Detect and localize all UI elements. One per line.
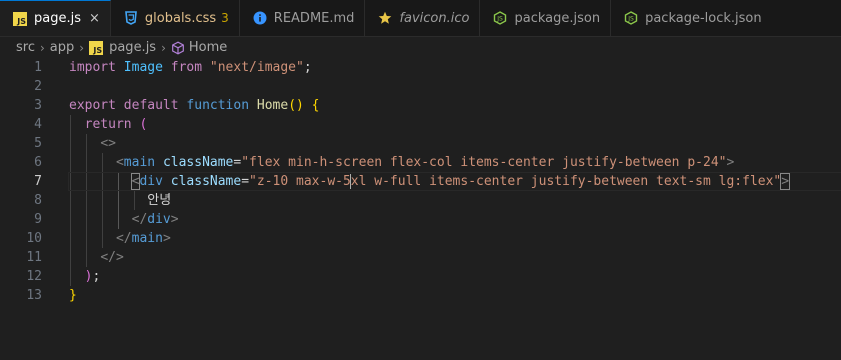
line-number: 1 [34, 60, 42, 75]
tab-label: package.json [514, 10, 601, 26]
tab-label: favicon.ico [399, 10, 470, 26]
chevron-right-icon: › [161, 40, 166, 55]
nodejs-icon: JS [623, 10, 639, 26]
code-line: 11 </> [0, 248, 841, 267]
chevron-right-icon: › [79, 40, 85, 55]
breadcrumb-item-file[interactable]: page.js [109, 40, 156, 55]
code-line: 2 [0, 77, 841, 96]
line-number: 8 [34, 193, 42, 208]
line-number: 7 [34, 174, 42, 189]
tab-readme-md[interactable]: README.md [240, 0, 366, 36]
line-number: 9 [34, 212, 42, 227]
tab-label: globals.css [144, 10, 217, 26]
bracket-match: > [780, 173, 791, 190]
symbol-method-icon [171, 41, 185, 55]
code-line-active: 7 <div className="z-10 max-w-5xl w-full … [0, 172, 841, 191]
tab-favicon-ico[interactable]: favicon.ico [365, 0, 481, 36]
editor-tab-bar: JS page.js × globals.css 3 README.md fav… [0, 0, 841, 37]
code-line: 10 </main> [0, 229, 841, 248]
code-line: 13 } [0, 286, 841, 305]
nodejs-icon: JS [492, 10, 508, 26]
tab-label: README.md [273, 10, 355, 26]
tab-globals-css[interactable]: globals.css 3 [111, 0, 240, 36]
code-line: 12 ); [0, 267, 841, 286]
breadcrumb-item-symbol[interactable]: Home [189, 40, 227, 55]
tab-page-js[interactable]: JS page.js × [0, 0, 111, 36]
tab-label: package-lock.json [645, 10, 762, 26]
line-number: 2 [34, 79, 42, 94]
chevron-right-icon: › [39, 40, 45, 55]
javascript-file-icon: JS [89, 40, 104, 55]
code-line: 3 export default function Home() { [0, 96, 841, 115]
svg-text:JS: JS [497, 16, 504, 23]
line-number: 12 [26, 269, 42, 284]
line-number: 3 [34, 98, 42, 113]
breadcrumb-item-app[interactable]: app [50, 40, 74, 55]
tab-label: page.js [34, 11, 81, 26]
line-number: 11 [26, 250, 42, 265]
breadcrumb: src › app › JS page.js › Home [0, 37, 841, 58]
star-icon [377, 10, 393, 26]
code-line: 1 import Image from "next/image"; [0, 58, 841, 77]
close-icon[interactable]: × [89, 11, 100, 26]
code-line: 9 </div> [0, 210, 841, 229]
css-file-icon [123, 10, 139, 26]
tab-package-lock-json[interactable]: JS package-lock.json [611, 0, 772, 36]
code-line: 8 안녕 [0, 191, 841, 210]
line-number: 6 [34, 155, 42, 170]
problem-count-badge: 3 [221, 11, 229, 25]
code-line: 6 <main className="flex min-h-screen fle… [0, 153, 841, 172]
line-number: 10 [26, 231, 42, 246]
breadcrumb-item-src[interactable]: src [16, 40, 35, 55]
javascript-file-icon: JS [12, 11, 28, 27]
tab-package-json[interactable]: JS package.json [480, 0, 612, 36]
info-icon [252, 10, 268, 26]
code-editor[interactable]: 1 import Image from "next/image"; 2 3 ex… [0, 58, 841, 360]
code-line: 5 <> [0, 134, 841, 153]
code-line: 4 return ( [0, 115, 841, 134]
line-number: 13 [26, 288, 42, 303]
line-number: 5 [34, 136, 42, 151]
svg-text:JS: JS [627, 16, 634, 23]
line-number: 4 [34, 117, 42, 132]
